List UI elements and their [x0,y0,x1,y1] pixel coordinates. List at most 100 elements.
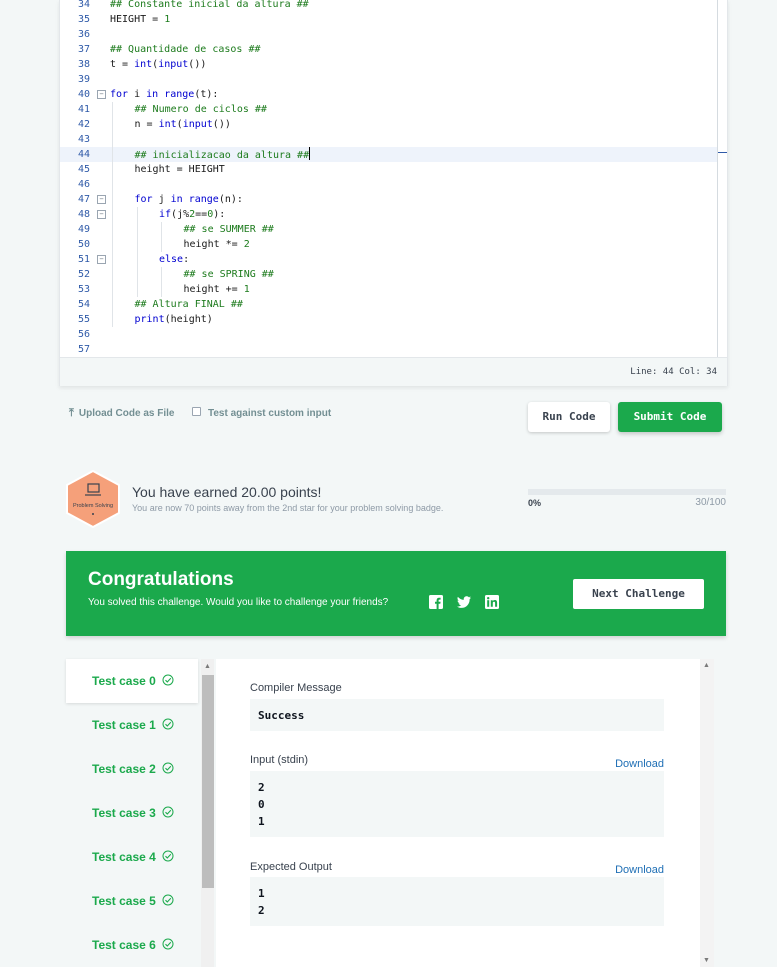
fold-toggle-icon[interactable]: − [97,90,106,99]
line-number: 44 [77,149,90,160]
congratulations-banner: Congratulations You solved this challeng… [66,551,726,636]
code-line[interactable]: 38 t = int(input()) [60,57,718,72]
test-case-tab-3[interactable]: Test case 3 [66,791,198,835]
test-case-scroll-thumb[interactable] [202,675,214,888]
code-line[interactable]: 39 [60,72,718,87]
submit-code-button[interactable]: Submit Code [618,402,722,432]
code-text: print(height) [134,314,213,325]
run-code-button[interactable]: Run Code [528,402,610,432]
editor-scrollbar[interactable] [717,0,718,357]
code-line[interactable]: 40− for i in range(t): [60,87,718,102]
code-line[interactable]: 35 HEIGHT = 1 [60,12,718,27]
text-cursor [309,147,311,160]
code-text: HEIGHT = 1 [110,14,171,25]
scroll-up-icon[interactable]: ▲ [703,662,710,669]
twitter-icon[interactable] [457,595,471,609]
scroll-down-icon[interactable]: ▼ [703,957,710,964]
code-line[interactable]: 46 [60,177,718,192]
compiler-message-value: Success [258,709,305,722]
code-text: ## Altura FINAL ## [134,299,243,310]
line-number: 47 [77,194,90,205]
problem-solving-badge: Problem Solving [66,470,120,528]
line-number: 46 [77,179,90,190]
code-text: height *= 2 [183,239,250,250]
code-text: for i in range(t): [110,89,219,100]
code-line[interactable]: 54 ## Altura FINAL ## [60,297,718,312]
test-case-tab-5[interactable]: Test case 5 [66,879,198,923]
code-line[interactable]: 50 height *= 2 [60,237,718,252]
code-line[interactable]: 37 ## Quantidade de casos ## [60,42,718,57]
line-number: 41 [77,104,90,115]
line-number: 57 [77,344,90,355]
check-circle-icon [162,806,174,818]
code-line[interactable]: 45 height = HEIGHT [60,162,718,177]
fold-toggle-icon[interactable]: − [97,210,106,219]
code-line[interactable]: 47− for j in range(n): [60,192,718,207]
indent-guide [161,222,162,252]
scroll-up-icon[interactable]: ▲ [204,663,211,670]
code-text: if(j%2==0): [159,209,226,220]
upload-label: Upload Code as File [78,408,175,419]
custom-input-toggle[interactable]: Test against custom input [192,407,331,419]
badge-label: Problem Solving [73,503,113,509]
progress-count: 30/100 [695,497,726,508]
fold-toggle-icon[interactable]: − [97,255,106,264]
custom-input-label: Test against custom input [208,408,332,419]
code-line[interactable]: 56 [60,327,718,342]
test-case-label: Test case 5 [92,894,156,908]
code-line[interactable]: 55 print(height) [60,312,718,327]
input-download-link[interactable]: Download [590,758,664,770]
check-circle-icon [162,674,174,686]
line-number: 36 [77,29,90,40]
code-text: ## inicializacao da altura ## [135,147,311,163]
compiler-message-box: Success [250,699,664,731]
code-text: height = HEIGHT [134,164,225,175]
congratulations-title: Congratulations [88,569,234,590]
line-number: 55 [77,314,90,325]
input-label: Input (stdin) [250,754,309,766]
test-case-tab-1[interactable]: Test case 1 [66,703,198,747]
code-line[interactable]: 49 ## se SUMMER ## [60,222,718,237]
code-text: ## Numero de ciclos ## [134,104,267,115]
code-line[interactable]: 52 ## se SPRING ## [60,267,718,282]
check-circle-icon [162,762,174,774]
code-line[interactable]: 36 [60,27,718,42]
code-line[interactable]: 53 height += 1 [60,282,718,297]
code-line[interactable]: 48− if(j%2==0): [60,207,718,222]
test-case-tab-4[interactable]: Test case 4 [66,835,198,879]
code-line[interactable]: 57 [60,342,718,357]
linkedin-icon[interactable] [485,595,499,609]
line-number: 37 [77,44,90,55]
cursor-marker [718,152,727,153]
code-line[interactable]: 43 [60,132,718,147]
test-case-tab-6[interactable]: Test case 6 [66,923,198,967]
custom-input-checkbox[interactable] [192,407,201,416]
code-editor[interactable]: 34 ## Constante inicial da altura ## 35 HEI… [59,0,728,386]
line-number: 40 [77,89,90,100]
code-line[interactable]: 42 n = int(input()) [60,117,718,132]
badge-progress-bar [528,489,726,495]
test-case-tab-0[interactable]: Test case 0 [66,659,198,703]
line-number: 38 [77,59,90,70]
facebook-icon[interactable] [429,595,443,609]
fold-toggle-icon[interactable]: − [97,195,106,204]
upload-code-link[interactable]: ⤒ Upload Code as File [69,407,174,420]
code-line[interactable]: 44 ## inicializacao da altura ## [60,147,718,162]
line-number: 48 [77,209,90,220]
output-scrollbar[interactable]: ▲ ▼ [700,659,714,967]
output-line: 2 [258,904,265,917]
test-case-scrollbar[interactable]: ▲ [201,659,214,967]
code-area[interactable]: 34 ## Constante inicial da altura ## 35 HEI… [60,0,718,357]
expected-output-download-link[interactable]: Download [590,864,664,876]
code-line[interactable]: 41 ## Numero de ciclos ## [60,102,718,117]
code-text: for j in range(n): [134,194,243,205]
input-box: 2 0 1 [250,771,664,837]
line-number: 50 [77,239,90,250]
code-line[interactable]: 51− else: [60,252,718,267]
expected-output-label: Expected Output [250,861,332,873]
test-case-tab-2[interactable]: Test case 2 [66,747,198,791]
code-line[interactable]: 34 ## Constante inicial da altura ## [60,0,718,12]
cursor-position: Line: 44 Col: 34 [630,367,717,377]
next-challenge-button[interactable]: Next Challenge [573,579,704,609]
upload-icon: ⤒ [69,407,74,419]
